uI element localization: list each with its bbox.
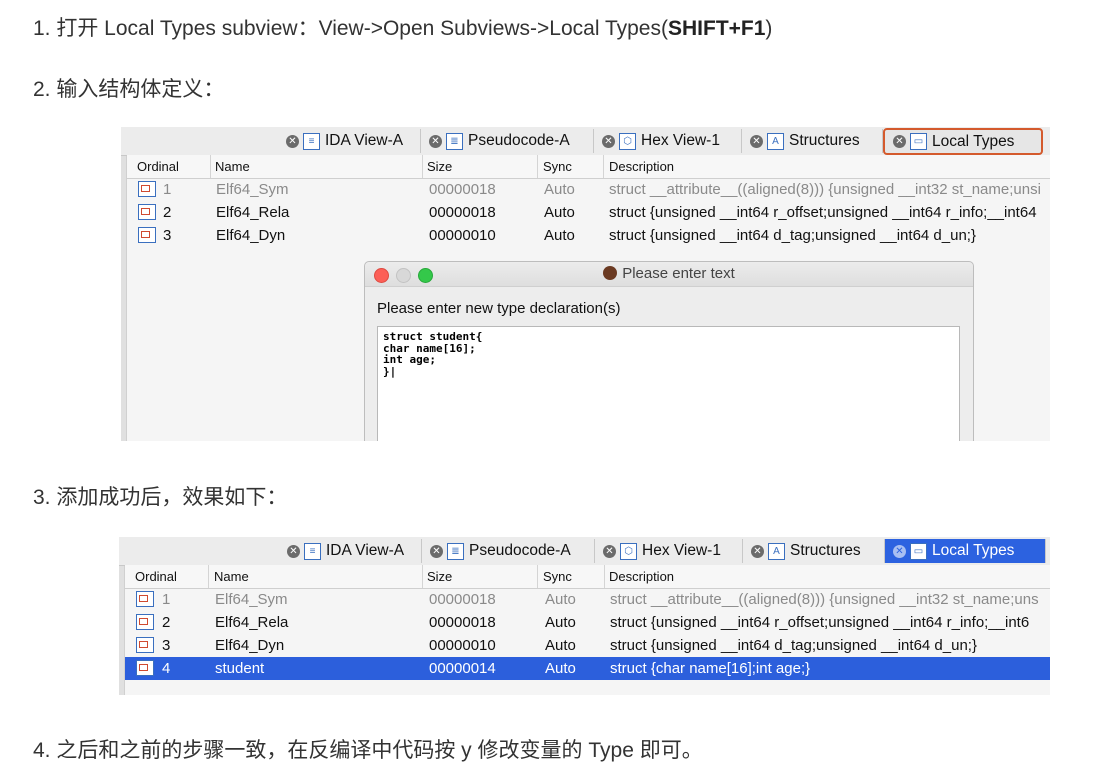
close-icon[interactable]: ✕ (893, 135, 906, 148)
local-type-icon (138, 227, 156, 243)
hex-icon: ⬡ (620, 542, 637, 560)
pseudocode-icon: ≣ (447, 542, 464, 560)
dialog-prompt: Please enter new type declaration(s) (377, 300, 621, 317)
tab-label: Structures (789, 132, 860, 149)
zoom-window-button[interactable] (418, 268, 433, 283)
local-type-icon (136, 591, 154, 607)
table-row[interactable]: 1 Elf64_Sym 00000018 Auto struct __attri… (125, 588, 1050, 611)
tab-hex-view[interactable]: ✕ ⬡ Hex View-1 (594, 129, 742, 153)
close-icon[interactable]: ✕ (286, 134, 299, 148)
col-name[interactable]: Name (215, 159, 250, 174)
step-2-text: 2. 输入结构体定义： (33, 78, 225, 101)
list-doc-icon: ≡ (303, 132, 320, 150)
table-row[interactable]: 2 Elf64_Rela 00000018 Auto struct {unsig… (125, 611, 1050, 634)
step-1-suffix: ) (765, 17, 773, 40)
enter-text-dialog: Please enter text Please enter new type … (364, 261, 974, 441)
ida-screenshot-after: ✕ ≡ IDA View-A ✕ ≣ Pseudocode-A ✕ ⬡ Hex View-1… (119, 537, 1050, 695)
table-row[interactable]: 3 Elf64_Dyn 00000010 Auto struct {unsign… (127, 224, 1050, 247)
tab-label: IDA View-A (325, 132, 404, 149)
tab-label: Local Types (932, 542, 1015, 559)
tab-hex-view[interactable]: ✕ ⬡ Hex View-1 (595, 539, 743, 563)
tab-label: IDA View-A (326, 542, 405, 559)
step-1-prefix: 1. 打开 Local Types subview：View->Open Sub… (33, 17, 668, 40)
table-row-selected[interactable]: 4 student 00000014 Auto struct {char nam… (125, 657, 1050, 680)
type-declaration-textarea[interactable]: struct student{ char name[16]; int age; … (377, 326, 960, 441)
col-name[interactable]: Name (214, 569, 249, 584)
close-icon[interactable]: ✕ (430, 544, 443, 558)
close-icon[interactable]: ✕ (893, 544, 906, 558)
ida-logo-icon (603, 266, 618, 280)
close-icon[interactable]: ✕ (287, 544, 300, 558)
pseudocode-icon: ≣ (446, 132, 463, 150)
tab-structures[interactable]: ✕ A Structures (743, 539, 885, 563)
col-ordinal[interactable]: Ordinal (135, 569, 177, 584)
tab-label: Pseudocode-A (469, 542, 571, 559)
col-size[interactable]: Size (427, 159, 452, 174)
tab-label: Hex View-1 (642, 542, 721, 559)
close-icon[interactable]: ✕ (750, 134, 763, 148)
tab-label: Pseudocode-A (468, 132, 570, 149)
tab-local-types[interactable]: ✕ ▭ Local Types (883, 128, 1043, 155)
table-row[interactable]: 1 Elf64_Sym 00000018 Auto struct __attri… (127, 178, 1050, 201)
hex-icon: ⬡ (619, 132, 636, 150)
step-1-text: 1. 打开 Local Types subview：View->Open Sub… (33, 12, 772, 42)
list-doc-icon: ≡ (304, 542, 321, 560)
tab-label: Local Types (932, 132, 1015, 150)
structures-icon: A (767, 132, 784, 150)
tab-bar: ✕ ≡ IDA View-A ✕ ≣ Pseudocode-A ✕ ⬡ Hex View-1… (119, 537, 1050, 566)
table-header: Ordinal Name Size Sync Description (127, 155, 1050, 179)
structures-icon: A (768, 542, 785, 560)
tab-structures[interactable]: ✕ A Structures (742, 129, 883, 153)
ida-screenshot-before: ✕ ≡ IDA View-A ✕ ≣ Pseudocode-A ✕ ⬡ Hex View-1… (121, 127, 1050, 441)
col-description[interactable]: Description (609, 569, 674, 584)
close-icon[interactable]: ✕ (751, 544, 764, 558)
local-type-icon (138, 204, 156, 220)
table-row[interactable]: 2 Elf64_Rela 00000018 Auto struct {unsig… (127, 201, 1050, 224)
tab-ida-view[interactable]: ✕ ≡ IDA View-A (278, 129, 421, 153)
dialog-title: Please enter text (622, 265, 735, 282)
tab-bar: ✕ ≡ IDA View-A ✕ ≣ Pseudocode-A ✕ ⬡ Hex View-1… (121, 127, 1050, 156)
dialog-titlebar: Please enter text (365, 262, 973, 287)
close-icon[interactable]: ✕ (603, 544, 616, 558)
table-row[interactable]: 3 Elf64_Dyn 00000010 Auto struct {unsign… (125, 634, 1050, 657)
col-description[interactable]: Description (609, 159, 674, 174)
col-size[interactable]: Size (427, 569, 452, 584)
local-types-icon: ▭ (910, 542, 927, 560)
col-ordinal[interactable]: Ordinal (137, 159, 179, 174)
minimize-window-button[interactable] (396, 268, 411, 283)
col-sync[interactable]: Sync (543, 159, 572, 174)
tab-label: Structures (790, 542, 861, 559)
tab-ida-view[interactable]: ✕ ≡ IDA View-A (279, 539, 422, 563)
tab-pseudocode[interactable]: ✕ ≣ Pseudocode-A (421, 129, 594, 153)
step-3-text: 3. 添加成功后，效果如下： (33, 486, 288, 509)
col-sync[interactable]: Sync (543, 569, 572, 584)
step-4-text: 4. 之后和之前的步骤一致，在反编译中代码按 y 修改变量的 Type 即可。 (33, 739, 703, 762)
tab-pseudocode[interactable]: ✕ ≣ Pseudocode-A (422, 539, 595, 563)
close-icon[interactable]: ✕ (602, 134, 615, 148)
local-type-icon (136, 614, 154, 630)
tab-local-types[interactable]: ✕ ▭ Local Types (885, 539, 1046, 563)
local-type-icon (136, 660, 154, 676)
local-type-icon (138, 181, 156, 197)
close-icon[interactable]: ✕ (429, 134, 442, 148)
local-type-icon (136, 637, 154, 653)
local-types-icon: ▭ (910, 133, 927, 150)
tab-label: Hex View-1 (641, 132, 720, 149)
shortcut-text: SHIFT+F1 (667, 17, 766, 40)
table-header: Ordinal Name Size Sync Description (125, 565, 1050, 589)
close-window-button[interactable] (374, 268, 389, 283)
